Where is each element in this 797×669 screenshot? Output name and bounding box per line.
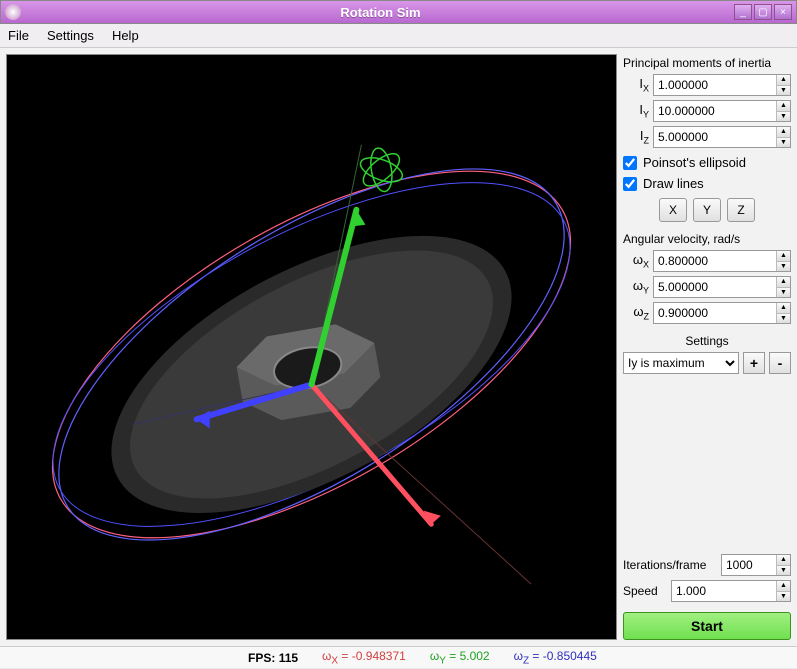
iterations-label: Iterations/frame bbox=[623, 558, 717, 572]
menu-settings[interactable]: Settings bbox=[47, 28, 94, 43]
preset-add-button[interactable]: + bbox=[743, 352, 765, 374]
ix-up[interactable]: ▲ bbox=[777, 75, 790, 86]
ix-label: IX bbox=[623, 76, 649, 94]
axis-y-button[interactable]: Y bbox=[693, 198, 721, 222]
wx-up[interactable]: ▲ bbox=[777, 251, 790, 262]
iz-up[interactable]: ▲ bbox=[777, 127, 790, 138]
iterations-input[interactable] bbox=[722, 555, 776, 575]
minimize-button[interactable]: _ bbox=[734, 4, 752, 20]
start-button[interactable]: Start bbox=[623, 612, 791, 640]
wx-down[interactable]: ▼ bbox=[777, 262, 790, 272]
wz-input[interactable] bbox=[654, 303, 776, 323]
wy-input[interactable] bbox=[654, 277, 776, 297]
poinsot-label: Poinsot's ellipsoid bbox=[643, 155, 746, 170]
viewport-3d[interactable] bbox=[6, 54, 617, 640]
menu-file[interactable]: File bbox=[8, 28, 29, 43]
iy-label: IY bbox=[623, 102, 649, 120]
wy-up[interactable]: ▲ bbox=[777, 277, 790, 288]
angvel-heading: Angular velocity, rad/s bbox=[623, 232, 791, 246]
drawlines-label: Draw lines bbox=[643, 176, 704, 191]
speed-up[interactable]: ▲ bbox=[777, 581, 790, 592]
inertia-heading: Principal moments of inertia bbox=[623, 56, 791, 70]
wz-down[interactable]: ▼ bbox=[777, 314, 790, 324]
axis-x-button[interactable]: X bbox=[659, 198, 687, 222]
maximize-button[interactable]: ▢ bbox=[754, 4, 772, 20]
menubar: File Settings Help bbox=[0, 24, 797, 48]
status-wz: ωZ = -0.850445 bbox=[514, 649, 597, 666]
wy-down[interactable]: ▼ bbox=[777, 288, 790, 298]
iz-input[interactable] bbox=[654, 127, 776, 147]
statusbar: FPS: 115 ωX = -0.948371 ωY = 5.002 ωZ = … bbox=[0, 646, 797, 668]
iy-down[interactable]: ▼ bbox=[777, 112, 790, 122]
app-icon bbox=[5, 4, 21, 20]
ix-down[interactable]: ▼ bbox=[777, 86, 790, 96]
poinsot-checkbox[interactable] bbox=[623, 156, 637, 170]
wz-up[interactable]: ▲ bbox=[777, 303, 790, 314]
speed-down[interactable]: ▼ bbox=[777, 592, 790, 602]
ix-input[interactable] bbox=[654, 75, 776, 95]
wy-label: ωY bbox=[623, 278, 649, 296]
side-panel: Principal moments of inertia IX ▲▼ IY ▲▼… bbox=[621, 48, 797, 646]
axis-z-button[interactable]: Z bbox=[727, 198, 755, 222]
iy-input[interactable] bbox=[654, 101, 776, 121]
iter-down[interactable]: ▼ bbox=[777, 566, 790, 576]
speed-input[interactable] bbox=[672, 581, 776, 601]
wx-input[interactable] bbox=[654, 251, 776, 271]
status-wy: ωY = 5.002 bbox=[430, 649, 490, 666]
wx-label: ωX bbox=[623, 252, 649, 270]
settings-heading: Settings bbox=[623, 334, 791, 348]
titlebar: Rotation Sim _ ▢ × bbox=[0, 0, 797, 24]
wz-label: ωZ bbox=[623, 304, 649, 322]
menu-help[interactable]: Help bbox=[112, 28, 139, 43]
drawlines-checkbox[interactable] bbox=[623, 177, 637, 191]
status-wx: ωX = -0.948371 bbox=[322, 649, 406, 666]
close-button[interactable]: × bbox=[774, 4, 792, 20]
preset-remove-button[interactable]: - bbox=[769, 352, 791, 374]
speed-label: Speed bbox=[623, 584, 667, 598]
preset-select[interactable]: Iy is maximum bbox=[623, 352, 739, 374]
iter-up[interactable]: ▲ bbox=[777, 555, 790, 566]
fps-display: FPS: 115 bbox=[248, 651, 298, 665]
window-title: Rotation Sim bbox=[27, 5, 734, 20]
iz-down[interactable]: ▼ bbox=[777, 138, 790, 148]
iz-label: IZ bbox=[623, 128, 649, 146]
iy-up[interactable]: ▲ bbox=[777, 101, 790, 112]
